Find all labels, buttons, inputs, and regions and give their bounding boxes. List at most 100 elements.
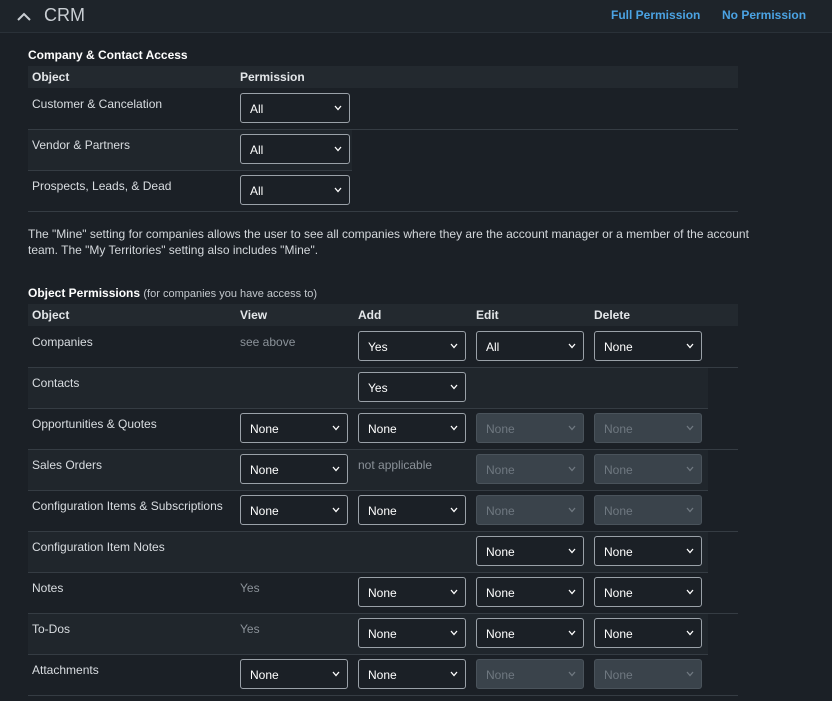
section-header: CRM Full Permission No Permission xyxy=(0,0,832,33)
chevron-down-icon xyxy=(686,548,694,554)
table-row: Configuration Items & Subscriptions None… xyxy=(28,491,738,532)
chevron-up-icon[interactable] xyxy=(16,9,32,23)
row-label: To-Dos xyxy=(32,622,71,636)
row-label: Customer & Cancelation xyxy=(32,97,163,111)
config-item-notes-edit-select[interactable]: None xyxy=(476,536,584,566)
todos-add-select[interactable]: None xyxy=(358,618,466,648)
chevron-down-icon xyxy=(450,425,458,431)
select-value: None xyxy=(486,586,515,600)
object-permissions-table-header: Object View Add Edit Delete xyxy=(28,304,738,326)
chevron-down-icon xyxy=(450,671,458,677)
chevron-down-icon xyxy=(450,630,458,636)
companies-edit-select[interactable]: All xyxy=(476,331,584,361)
config-items-edit-select: None xyxy=(476,495,584,525)
attachments-add-select[interactable]: None xyxy=(358,659,466,689)
select-value: None xyxy=(368,668,397,682)
chevron-down-icon xyxy=(686,589,694,595)
select-value: All xyxy=(486,340,500,354)
row-label: Companies xyxy=(32,335,93,349)
table-row: Notes Yes None None None xyxy=(28,573,738,614)
select-value: None xyxy=(604,504,633,518)
select-value: None xyxy=(368,586,397,600)
select-value: None xyxy=(368,627,397,641)
config-items-view-select[interactable]: None xyxy=(240,495,348,525)
chevron-down-icon xyxy=(568,466,576,472)
config-item-notes-delete-select[interactable]: None xyxy=(594,536,702,566)
select-value: None xyxy=(368,504,397,518)
select-value: None xyxy=(250,504,279,518)
notes-edit-select[interactable]: None xyxy=(476,577,584,607)
col-delete: Delete xyxy=(594,308,631,322)
opportunities-view-select[interactable]: None xyxy=(240,413,348,443)
view-static-text: Yes xyxy=(240,581,260,595)
chevron-down-icon xyxy=(568,589,576,595)
sales-orders-view-select[interactable]: None xyxy=(240,454,348,484)
todos-delete-select[interactable]: None xyxy=(594,618,702,648)
prospects-permission-select[interactable]: All xyxy=(240,175,350,205)
select-value: None xyxy=(486,545,515,559)
view-static-text: see above xyxy=(240,335,296,349)
select-value: None xyxy=(604,627,633,641)
table-row: Opportunities & Quotes None None None No… xyxy=(28,409,738,450)
attachments-view-select[interactable]: None xyxy=(240,659,348,689)
table-row: Configuration Item Notes None None xyxy=(28,532,708,573)
companies-add-select[interactable]: Yes xyxy=(358,331,466,361)
todos-edit-select[interactable]: None xyxy=(476,618,584,648)
chevron-down-icon xyxy=(334,105,342,111)
no-permission-link[interactable]: No Permission xyxy=(722,8,806,22)
table-row: To-Dos Yes None None None xyxy=(28,614,708,655)
select-value: None xyxy=(486,422,515,436)
col-add: Add xyxy=(358,308,382,322)
row-label: Configuration Item Notes xyxy=(32,540,165,554)
chevron-down-icon xyxy=(450,507,458,513)
opportunities-add-select[interactable]: None xyxy=(358,413,466,443)
notes-delete-select[interactable]: None xyxy=(594,577,702,607)
chevron-down-icon xyxy=(332,425,340,431)
row-label: Sales Orders xyxy=(32,458,103,472)
config-items-delete-select: None xyxy=(594,495,702,525)
customer-permission-select[interactable]: All xyxy=(240,93,350,123)
chevron-down-icon xyxy=(568,671,576,677)
view-static-text: Yes xyxy=(240,622,260,636)
object-permissions-heading: Object Permissions (for companies you ha… xyxy=(28,286,317,300)
mine-setting-info: The "Mine" setting for companies allows … xyxy=(28,227,749,257)
sales-orders-delete-select: None xyxy=(594,454,702,484)
table-row: Contacts Yes xyxy=(28,368,708,409)
chevron-down-icon xyxy=(568,343,576,349)
chevron-down-icon xyxy=(334,187,342,193)
opportunities-delete-select: None xyxy=(594,413,702,443)
chevron-down-icon xyxy=(686,671,694,677)
companies-delete-select[interactable]: None xyxy=(594,331,702,361)
row-label: Contacts xyxy=(32,376,80,390)
chevron-down-icon xyxy=(332,466,340,472)
table-row: Attachments None None None None xyxy=(28,655,738,696)
full-permission-link[interactable]: Full Permission xyxy=(611,8,700,22)
col-view: View xyxy=(240,308,268,322)
company-access-heading: Company & Contact Access xyxy=(28,48,188,62)
chevron-down-icon xyxy=(450,343,458,349)
row-label: Notes xyxy=(32,581,64,595)
select-value: All xyxy=(250,102,264,116)
select-value: None xyxy=(604,422,633,436)
chevron-down-icon xyxy=(450,589,458,595)
sales-orders-edit-select: None xyxy=(476,454,584,484)
select-value: None xyxy=(250,463,279,477)
section-title: CRM xyxy=(44,5,85,25)
chevron-down-icon xyxy=(334,146,342,152)
select-value: Yes xyxy=(368,340,388,354)
chevron-down-icon xyxy=(686,630,694,636)
vendor-permission-select[interactable]: All xyxy=(240,134,350,164)
col-object: Object xyxy=(32,70,70,84)
contacts-add-select[interactable]: Yes xyxy=(358,372,466,402)
select-value: None xyxy=(250,668,279,682)
object-permissions-note: (for companies you have access to) xyxy=(143,288,318,300)
opportunities-edit-select: None xyxy=(476,413,584,443)
row-label: Vendor & Partners xyxy=(32,138,131,152)
row-label: Prospects, Leads, & Dead xyxy=(32,179,172,193)
select-value: None xyxy=(486,668,515,682)
config-items-add-select[interactable]: None xyxy=(358,495,466,525)
notes-add-select[interactable]: None xyxy=(358,577,466,607)
table-row: Sales Orders None not applicable None No… xyxy=(28,450,708,491)
select-value: None xyxy=(486,504,515,518)
company-access-table-header: Object Permission xyxy=(28,66,738,88)
